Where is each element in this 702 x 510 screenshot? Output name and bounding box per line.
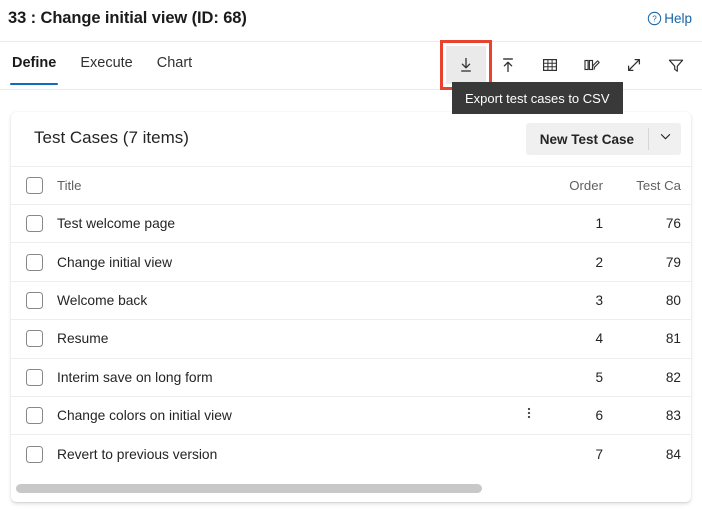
grid-view-button[interactable]	[530, 46, 570, 84]
table-row[interactable]: Test welcome page 1 76	[11, 204, 691, 243]
tab-chart[interactable]: Chart	[145, 42, 204, 90]
row-test-case-id: 81	[665, 331, 681, 347]
download-icon	[456, 55, 476, 75]
card-title: Test Cases (7 items)	[34, 128, 189, 147]
export-csv-button[interactable]	[440, 40, 492, 90]
table-row[interactable]: Change initial view 2 79	[11, 242, 691, 281]
page-header: 33 : Change initial view (ID: 68) ? Help	[0, 0, 702, 42]
row-order: 1	[595, 216, 603, 232]
tab-define-label: Define	[12, 55, 57, 71]
horizontal-scrollbar[interactable]	[11, 482, 691, 494]
help-link[interactable]: ? Help	[647, 11, 692, 26]
row-order: 7	[595, 446, 603, 462]
export-csv-tooltip: Export test cases to CSV	[452, 82, 623, 114]
filter-button[interactable]	[656, 46, 696, 84]
import-csv-button[interactable]	[488, 46, 528, 84]
row-select-cell	[11, 253, 57, 271]
row-order: 6	[595, 408, 603, 424]
chevron-down-icon	[659, 130, 672, 148]
row-checkbox[interactable]	[25, 368, 43, 386]
card-header: Test Cases (7 items) New Test Case	[11, 112, 691, 166]
tab-execute[interactable]: Execute	[68, 42, 144, 90]
new-test-case-split-button: New Test Case	[525, 123, 681, 155]
tab-chart-label: Chart	[156, 55, 193, 71]
row-select-cell	[11, 368, 57, 386]
row-title: Interim save on long form	[57, 369, 213, 385]
question-circle-icon: ?	[647, 11, 662, 26]
row-title: Revert to previous version	[57, 446, 218, 462]
row-checkbox[interactable]	[25, 253, 43, 271]
row-checkbox[interactable]	[25, 291, 43, 309]
grid-icon	[540, 55, 560, 75]
more-vertical-icon	[522, 405, 536, 426]
row-test-case-id: 82	[665, 369, 681, 385]
select-all-cell	[11, 177, 57, 194]
row-title: Resume	[57, 331, 109, 347]
new-test-case-label: New Test Case	[539, 131, 634, 147]
table-row[interactable]: Revert to previous version 7 84	[11, 434, 691, 473]
row-order: 2	[595, 254, 603, 270]
expand-diagonal-icon	[624, 55, 644, 75]
table-header-row: Title Order Test Ca	[11, 166, 691, 204]
row-order: 4	[595, 331, 603, 347]
row-order: 3	[595, 292, 603, 308]
svg-text:?: ?	[652, 15, 657, 24]
upload-icon	[498, 55, 518, 75]
table-row[interactable]: Resume 4 81	[11, 319, 691, 358]
toolbar	[440, 40, 696, 90]
tab-list: Define Execute Chart	[0, 42, 204, 90]
table-row[interactable]: Change colors on initial view 6 83	[11, 395, 691, 435]
row-checkbox[interactable]	[25, 330, 43, 348]
row-select-cell	[11, 330, 57, 348]
row-title: Test welcome page	[57, 216, 176, 232]
row-title: Welcome back	[57, 292, 148, 308]
new-test-case-button[interactable]: New Test Case	[526, 123, 648, 155]
tab-execute-label: Execute	[80, 55, 133, 71]
column-header-test-case-id[interactable]: Test Ca	[621, 178, 691, 193]
row-select-cell	[11, 215, 57, 233]
app-root: 33 : Change initial view (ID: 68) ? Help…	[0, 0, 702, 510]
horizontal-scrollbar-thumb[interactable]	[16, 484, 482, 493]
row-more-options-button[interactable]	[517, 405, 541, 426]
column-header-title[interactable]: Title	[57, 178, 517, 193]
row-select-cell	[11, 407, 57, 425]
row-checkbox[interactable]	[25, 445, 43, 463]
row-title: Change initial view	[57, 254, 173, 270]
funnel-icon	[666, 55, 686, 75]
table-row[interactable]: Welcome back 3 80	[11, 280, 691, 320]
row-checkbox[interactable]	[25, 407, 43, 425]
tab-define[interactable]: Define	[0, 42, 68, 90]
row-test-case-id: 76	[665, 216, 681, 232]
row-select-cell	[11, 291, 57, 309]
table-row[interactable]: Interim save on long form 5 82	[11, 357, 691, 396]
row-test-case-id: 79	[665, 254, 681, 270]
columns-edit-icon	[582, 55, 602, 75]
help-label: Help	[664, 11, 692, 26]
row-title: Change colors on initial view	[57, 408, 232, 424]
expand-button[interactable]	[614, 46, 654, 84]
row-checkbox[interactable]	[25, 215, 43, 233]
row-order: 5	[595, 369, 603, 385]
row-test-case-id: 84	[665, 446, 681, 462]
test-cases-table: Title Order Test Ca Test welcome page 1 …	[11, 166, 691, 473]
row-test-case-id: 83	[665, 408, 681, 424]
row-select-cell	[11, 445, 57, 463]
page-title: 33 : Change initial view (ID: 68)	[8, 9, 247, 27]
edit-columns-button[interactable]	[572, 46, 612, 84]
test-cases-card: Test Cases (7 items) New Test Case Title…	[11, 112, 691, 502]
select-all-checkbox[interactable]	[25, 177, 43, 194]
new-test-case-dropdown-button[interactable]	[649, 123, 681, 155]
column-header-order[interactable]: Order	[541, 178, 621, 193]
row-test-case-id: 80	[665, 292, 681, 308]
